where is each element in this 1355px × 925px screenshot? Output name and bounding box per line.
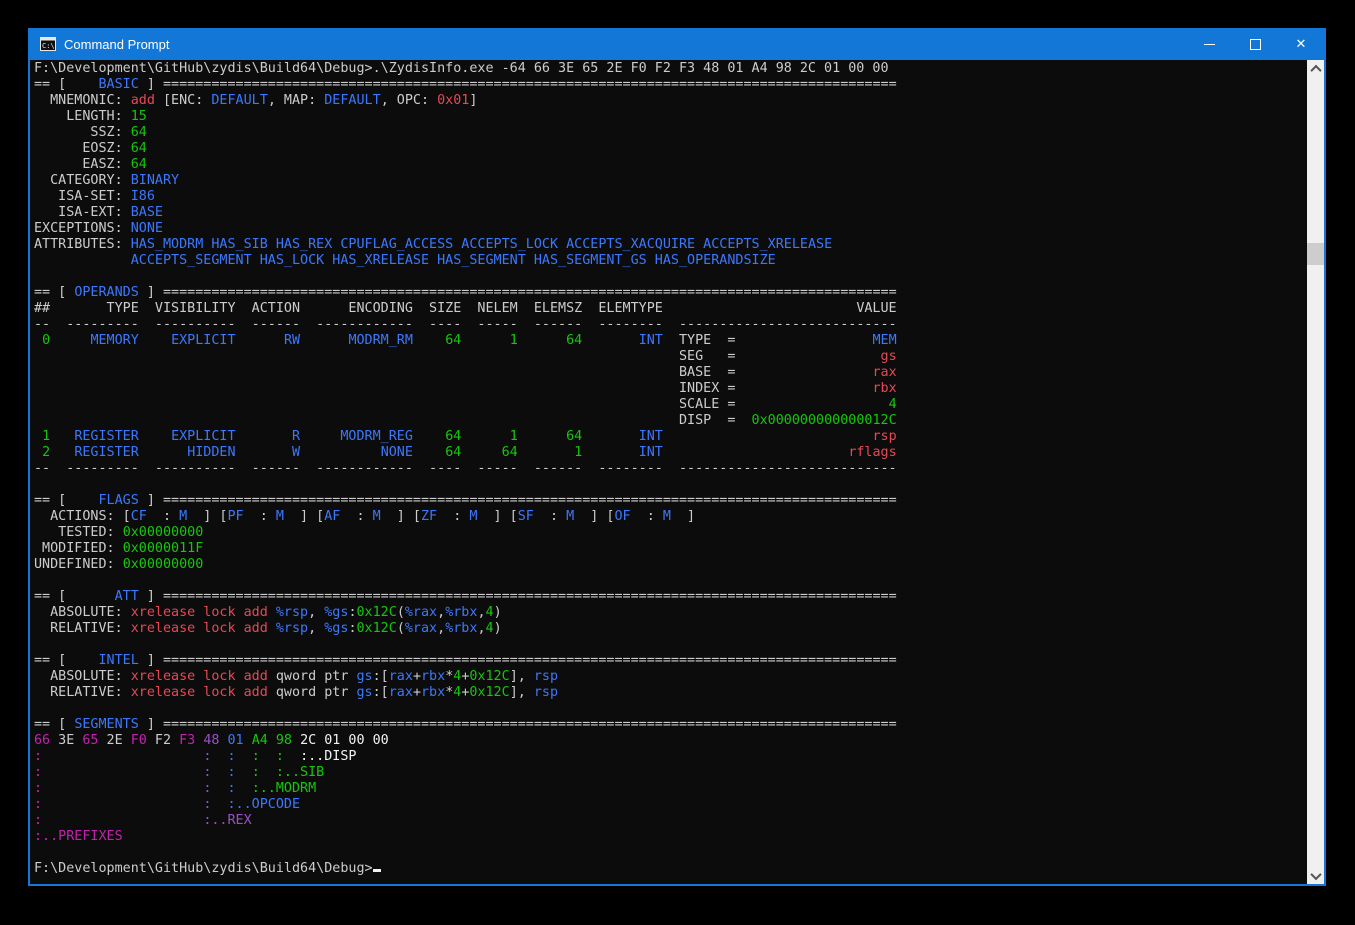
chevron-down-icon xyxy=(1310,868,1321,879)
terminal-line: RELATIVE: xrelease lock add %rsp, %gs:0x… xyxy=(34,621,1307,637)
cmd-icon: C:\ xyxy=(40,37,56,51)
scroll-up-button[interactable] xyxy=(1307,60,1324,77)
desktop-background: C:\ Command Prompt ✕ F:\Development\GitH… xyxy=(0,0,1355,925)
command-prompt-window: C:\ Command Prompt ✕ F:\Development\GitH… xyxy=(28,28,1326,886)
minimize-icon xyxy=(1204,44,1215,45)
terminal-line: 1 REGISTER EXPLICIT R MODRM_REG 64 1 64 … xyxy=(34,429,1307,445)
terminal-line: : : : :..MODRM xyxy=(34,781,1307,797)
terminal-line: : : : : : :..DISP xyxy=(34,749,1307,765)
terminal-line: LENGTH: 15 xyxy=(34,109,1307,125)
window-controls: ✕ xyxy=(1186,28,1324,60)
terminal-line: MNEMONIC: add [ENC: DEFAULT, MAP: DEFAUL… xyxy=(34,93,1307,109)
terminal-line: DISP = 0x000000000000012C xyxy=(34,413,1307,429)
terminal-line: ## TYPE VISIBILITY ACTION ENCODING SIZE … xyxy=(34,301,1307,317)
terminal-line xyxy=(34,269,1307,285)
terminal-line: 0 MEMORY EXPLICIT RW MODRM_RM 64 1 64 IN… xyxy=(34,333,1307,349)
terminal-line: : : :..OPCODE xyxy=(34,797,1307,813)
minimize-button[interactable] xyxy=(1186,28,1232,60)
scrollbar-track[interactable] xyxy=(1307,77,1324,867)
terminal-line: == [ ATT ] =============================… xyxy=(34,589,1307,605)
text-cursor xyxy=(373,869,381,872)
terminal-line: EOSZ: 64 xyxy=(34,141,1307,157)
terminal-line: F:\Development\GitHub\zydis\Build64\Debu… xyxy=(34,61,1307,77)
title-bar[interactable]: C:\ Command Prompt ✕ xyxy=(30,28,1324,60)
terminal-line: : :..REX xyxy=(34,813,1307,829)
terminal-line: F:\Development\GitHub\zydis\Build64\Debu… xyxy=(34,861,1307,877)
terminal-line: -- --------- ---------- ------ ---------… xyxy=(34,317,1307,333)
window-title: Command Prompt xyxy=(64,37,1186,52)
terminal-line: ACCEPTS_SEGMENT HAS_LOCK HAS_XRELEASE HA… xyxy=(34,253,1307,269)
terminal-line: TESTED: 0x00000000 xyxy=(34,525,1307,541)
terminal-line xyxy=(34,637,1307,653)
terminal-line: ABSOLUTE: xrelease lock add %rsp, %gs:0x… xyxy=(34,605,1307,621)
terminal-line: CATEGORY: BINARY xyxy=(34,173,1307,189)
terminal-line: ISA-EXT: BASE xyxy=(34,205,1307,221)
chevron-up-icon xyxy=(1310,64,1321,75)
terminal-line: 2 REGISTER HIDDEN W NONE 64 64 1 INT rfl… xyxy=(34,445,1307,461)
terminal-output[interactable]: F:\Development\GitHub\zydis\Build64\Debu… xyxy=(30,60,1307,884)
terminal-line: : : : : :..SIB xyxy=(34,765,1307,781)
terminal-line: UNDEFINED: 0x00000000 xyxy=(34,557,1307,573)
terminal-line: SEG = gs xyxy=(34,349,1307,365)
terminal-line: ACTIONS: [CF : M ] [PF : M ] [AF : M ] [… xyxy=(34,509,1307,525)
terminal-line xyxy=(34,573,1307,589)
scrollbar[interactable] xyxy=(1307,60,1324,884)
terminal-line: RELATIVE: xrelease lock add qword ptr gs… xyxy=(34,685,1307,701)
terminal-line: ATTRIBUTES: HAS_MODRM HAS_SIB HAS_REX CP… xyxy=(34,237,1307,253)
terminal-line: == [ OPERANDS ] ========================… xyxy=(34,285,1307,301)
terminal-line: :..PREFIXES xyxy=(34,829,1307,845)
close-icon: ✕ xyxy=(1296,38,1307,51)
terminal-line xyxy=(34,477,1307,493)
terminal-line: BASE = rax xyxy=(34,365,1307,381)
terminal-line: EASZ: 64 xyxy=(34,157,1307,173)
terminal-line: SSZ: 64 xyxy=(34,125,1307,141)
terminal-line: ABSOLUTE: xrelease lock add qword ptr gs… xyxy=(34,669,1307,685)
close-button[interactable]: ✕ xyxy=(1278,28,1324,60)
window-body: F:\Development\GitHub\zydis\Build64\Debu… xyxy=(30,60,1324,884)
scroll-down-button[interactable] xyxy=(1307,867,1324,884)
scrollbar-thumb[interactable] xyxy=(1307,243,1324,265)
maximize-icon xyxy=(1250,39,1261,50)
terminal-line: MODIFIED: 0x0000011F xyxy=(34,541,1307,557)
maximize-button[interactable] xyxy=(1232,28,1278,60)
terminal-line: == [ INTEL ] ===========================… xyxy=(34,653,1307,669)
svg-text:C:\: C:\ xyxy=(42,42,55,50)
terminal-line xyxy=(34,845,1307,861)
terminal-line: -- --------- ---------- ------ ---------… xyxy=(34,461,1307,477)
terminal-line: == [ SEGMENTS ] ========================… xyxy=(34,717,1307,733)
terminal-line: ISA-SET: I86 xyxy=(34,189,1307,205)
terminal-line xyxy=(34,701,1307,717)
terminal-line: EXCEPTIONS: NONE xyxy=(34,221,1307,237)
terminal-line: SCALE = 4 xyxy=(34,397,1307,413)
terminal-line: 66 3E 65 2E F0 F2 F3 48 01 A4 98 2C 01 0… xyxy=(34,733,1307,749)
terminal-line: == [ BASIC ] ===========================… xyxy=(34,77,1307,93)
terminal-line: INDEX = rbx xyxy=(34,381,1307,397)
terminal-line: == [ FLAGS ] ===========================… xyxy=(34,493,1307,509)
